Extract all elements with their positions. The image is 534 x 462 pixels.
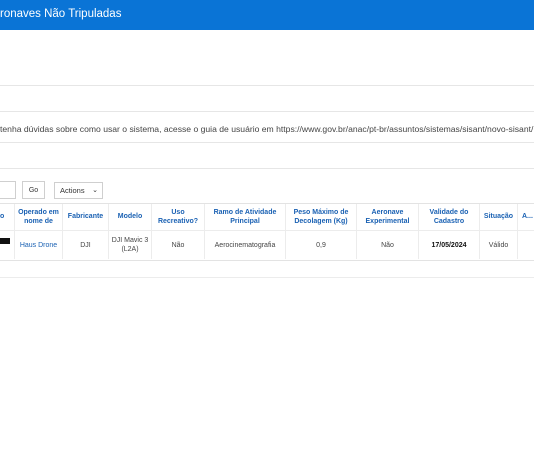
column-header-fabricante[interactable]: Fabricante (63, 203, 108, 230)
actions-label: Actions (60, 186, 85, 195)
help-text: tenha dúvidas sobre como usar o sistema,… (0, 124, 534, 134)
operator-link[interactable]: Haus Drone (20, 241, 57, 250)
divider (0, 85, 534, 86)
table-cell-experimental: Não (381, 241, 394, 249)
column-header-uso[interactable]: Uso Recreativo? (152, 203, 204, 230)
table-cell-modelo: DJI Mavic 3 (L2A) (111, 237, 149, 253)
column-header-situacao[interactable]: Situação (480, 203, 517, 230)
redacted-value (0, 238, 10, 244)
page-title: ronaves Não Tripuladas (0, 8, 122, 20)
go-button[interactable]: Go (22, 181, 45, 199)
divider (0, 168, 534, 169)
actions-menu-button[interactable]: Actions ⌄ (54, 182, 103, 199)
go-icon: Go (28, 187, 39, 194)
column-header-experimental[interactable]: Aeronave Experimental (357, 203, 418, 230)
table-cell-operado: Haus Drone (15, 231, 62, 259)
column-header-modelo[interactable]: Modelo (109, 203, 151, 230)
column-divider (517, 204, 518, 259)
divider (0, 111, 534, 112)
column-header-ramo[interactable]: Ramo de Atividade Principal (205, 203, 285, 230)
column-header-peso[interactable]: Peso Máximo de Decolagem (Kg) (286, 203, 356, 230)
column-header-validade[interactable]: Validade do Cadastro (419, 203, 479, 230)
table-cell-fabricante: DJI (80, 241, 91, 249)
table-cell-peso: 0,9 (316, 241, 326, 249)
column-header-truncated[interactable]: A... Av... (522, 203, 534, 230)
chevron-down-icon: ⌄ (92, 187, 98, 194)
search-input[interactable] (0, 181, 16, 199)
app-header: ronaves Não Tripuladas (0, 0, 534, 30)
column-header-operado[interactable]: Operado em nome de (15, 203, 62, 230)
table-cell-uso: Não (171, 241, 185, 249)
divider (0, 142, 534, 143)
table-cell-ramo: Aerocinematografia (214, 241, 276, 249)
table-cell-validade: 17/05/2024 (431, 241, 467, 249)
table-cell-situacao: Válido (488, 241, 509, 249)
column-header[interactable]: o (0, 203, 14, 230)
divider (0, 277, 534, 278)
